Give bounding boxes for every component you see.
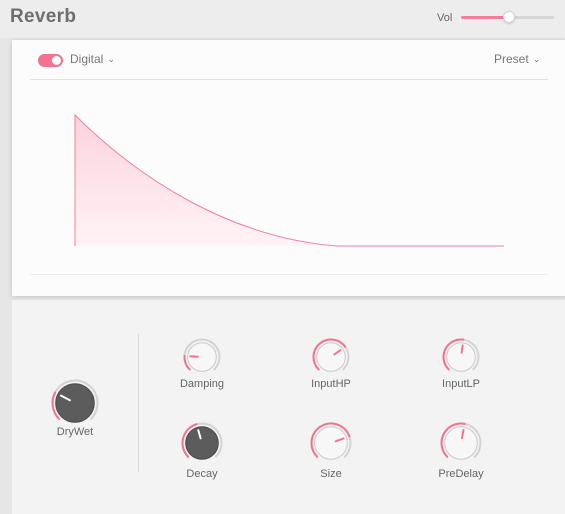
inputhp-knob[interactable] (311, 337, 351, 377)
knob-label-decay: Decay (186, 468, 218, 480)
decay-knob[interactable] (180, 421, 224, 465)
controls-panel: DryWet Damping InputHP InputLP Decay Siz… (12, 300, 565, 514)
knob-predelay: PreDelay (421, 421, 501, 491)
knob-decay: Decay (162, 421, 242, 491)
envelope-display: Digital ⌄ Preset ⌄ (12, 40, 565, 296)
knob-label-predelay: PreDelay (438, 468, 484, 480)
knob-label-inputhp: InputHP (311, 378, 351, 390)
knob-inputhp: InputHP (291, 337, 371, 407)
volume-label: Vol (437, 12, 453, 24)
size-knob-body (314, 426, 348, 460)
volume-slider-thumb[interactable] (503, 11, 516, 23)
volume-slider-fill (461, 16, 510, 19)
knob-label-inputlp: InputLP (442, 378, 480, 390)
predelay-knob-body (444, 426, 478, 460)
envelope-fill (75, 115, 337, 246)
knob-drywet: DryWet (35, 378, 115, 448)
inputlp-knob[interactable] (441, 337, 481, 377)
knob-damping: Damping (162, 337, 242, 407)
controls-divider (138, 334, 139, 472)
decay-knob-body (185, 426, 219, 460)
inputlp-knob-pointer (460, 344, 464, 354)
predelay-knob[interactable] (439, 421, 483, 465)
knob-label-size: Size (320, 468, 342, 480)
damping-knob[interactable] (182, 337, 222, 377)
decay-envelope-graph (74, 113, 504, 247)
plugin-title: Reverb (10, 6, 77, 27)
drywet-knob-body (55, 383, 95, 423)
inputlp-knob-body (446, 342, 476, 372)
drywet-knob[interactable] (50, 378, 100, 428)
display-bottom-separator (30, 274, 548, 275)
volume-slider[interactable] (461, 11, 554, 23)
size-knob[interactable] (309, 421, 353, 465)
inputhp-knob-body (316, 342, 346, 372)
header: Reverb Vol (0, 0, 565, 38)
knob-inputlp: InputLP (421, 337, 501, 407)
knob-label-drywet: DryWet (56, 426, 94, 438)
knob-label-damping: Damping (179, 378, 225, 390)
knob-size: Size (291, 421, 371, 491)
